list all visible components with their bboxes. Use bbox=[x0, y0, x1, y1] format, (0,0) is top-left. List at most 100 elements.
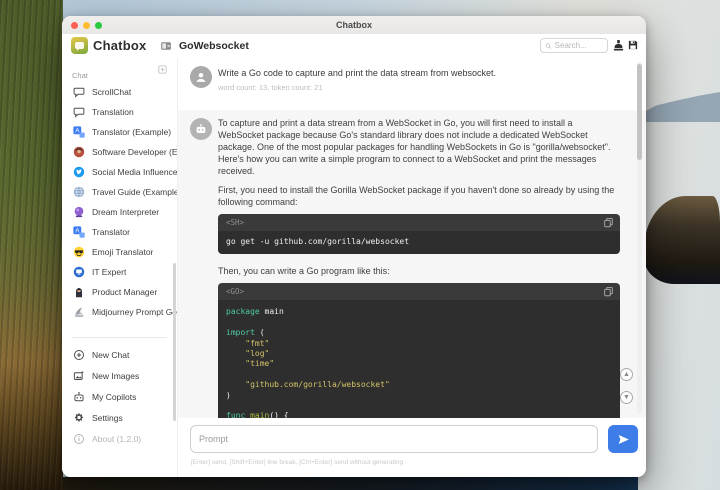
chat-bubble-icon bbox=[73, 106, 85, 118]
assistant-message: To capture and print a data stream from … bbox=[178, 110, 646, 418]
section-label: Chat bbox=[72, 71, 88, 80]
user-message: Write a Go code to capture and print the… bbox=[178, 58, 646, 110]
sidebar-item-label: Software Developer (E... bbox=[92, 147, 177, 157]
globe-icon bbox=[73, 186, 85, 198]
sidebar-item-product-manager[interactable]: Product Manager bbox=[62, 282, 177, 302]
wallpaper-bottom bbox=[63, 477, 638, 490]
chat-scrollbar-thumb[interactable] bbox=[637, 64, 642, 160]
sidebar-item-translator-example[interactable]: A Translator (Example) bbox=[62, 122, 177, 142]
sidebar-item-label: ScrollChat bbox=[92, 87, 132, 97]
crystal-ball-icon bbox=[73, 206, 85, 218]
window-title: Chatbox bbox=[336, 20, 372, 30]
arrow-down-icon: ▼ bbox=[623, 394, 630, 401]
sidebar-item-translation[interactable]: Translation bbox=[62, 102, 177, 122]
conversation-list: ScrollChat Translation A Translator (Exa… bbox=[62, 82, 177, 322]
app-name: Chatbox bbox=[93, 38, 147, 53]
sidebar-item-label: Product Manager bbox=[92, 287, 158, 297]
assistant-paragraph: First, you need to install the Gorilla W… bbox=[218, 185, 615, 207]
code-language-label: <GO> bbox=[226, 287, 245, 297]
sunglasses-emoji-icon bbox=[73, 246, 85, 258]
wallpaper-ocean bbox=[638, 104, 720, 490]
plus-circle-icon bbox=[73, 349, 85, 361]
save-icon[interactable] bbox=[627, 39, 639, 51]
user-message-text: Write a Go code to capture and print the… bbox=[218, 68, 496, 78]
gear-icon bbox=[73, 412, 85, 424]
sidebar-item-software-developer[interactable]: Software Developer (E... bbox=[62, 142, 177, 162]
wallpaper-cliff-trees bbox=[0, 0, 63, 490]
conversation-title: GoWebsocket bbox=[179, 40, 249, 52]
sidebar: Chat ScrollChat Translation A Translator… bbox=[62, 58, 178, 477]
scroll-to-bottom-button[interactable]: ▼ bbox=[620, 391, 633, 404]
code-block-shell: <SH> go get -u github.com/gorilla/websoc… bbox=[218, 214, 620, 255]
code-language-label: <SH> bbox=[226, 218, 245, 227]
sidebar-item-emoji-translator[interactable]: Emoji Translator bbox=[62, 242, 177, 262]
assistant-message-content: To capture and print a data stream from … bbox=[218, 117, 620, 418]
code-block-header: <GO> bbox=[218, 283, 620, 301]
chatbox-logo-icon bbox=[71, 37, 88, 54]
sidebar-item-travel-guide[interactable]: Travel Guide (Example) bbox=[62, 182, 177, 202]
copy-code-icon[interactable] bbox=[603, 286, 614, 297]
sidebar-item-label: Emoji Translator bbox=[92, 247, 154, 257]
copy-code-icon[interactable] bbox=[603, 217, 614, 228]
footer-item-label: New Chat bbox=[92, 349, 130, 360]
composer-hint: [Enter] send, [Shift+Enter] line break, … bbox=[191, 459, 404, 466]
sidebar-item-it-expert[interactable]: IT Expert bbox=[62, 262, 177, 282]
code-block-body: package main import ( "fmt" "log" "time"… bbox=[218, 300, 620, 418]
developer-emoji-icon bbox=[73, 146, 85, 158]
new-conversation-icon[interactable] bbox=[158, 65, 167, 74]
search-box[interactable] bbox=[540, 38, 608, 53]
sidebar-scrollbar-thumb[interactable] bbox=[173, 263, 176, 421]
user-message-meta: word count: 13, token count: 21 bbox=[218, 83, 323, 92]
send-button[interactable] bbox=[608, 425, 638, 453]
code-block-header: <SH> bbox=[218, 214, 620, 231]
search-icon bbox=[545, 42, 552, 49]
app-header: Chatbox GoWebsocket bbox=[62, 34, 646, 58]
sidebar-item-social-media-influencer[interactable]: Social Media Influencer... bbox=[62, 162, 177, 182]
person-icon bbox=[196, 72, 206, 82]
info-icon bbox=[73, 433, 85, 445]
footer-item-label: New Images bbox=[92, 370, 140, 381]
sailboat-icon bbox=[73, 306, 85, 318]
new-chat-button[interactable]: New Chat bbox=[62, 344, 177, 365]
sidebar-footer: New Chat New Images My Copilots Settings… bbox=[62, 344, 177, 449]
computer-icon bbox=[73, 266, 85, 278]
scroll-to-top-button[interactable]: ▲ bbox=[620, 368, 633, 381]
settings-button[interactable]: Settings bbox=[62, 407, 177, 428]
sidebar-item-label: Translation bbox=[92, 107, 134, 117]
assistant-paragraph: To capture and print a data stream from … bbox=[218, 118, 611, 176]
translator-icon: A bbox=[73, 126, 85, 138]
footer-item-label: My Copilots bbox=[92, 391, 137, 402]
new-images-button[interactable]: New Images bbox=[62, 365, 177, 386]
footer-item-label: Settings bbox=[92, 412, 123, 423]
sidebar-item-scrollchat[interactable]: ScrollChat bbox=[62, 82, 177, 102]
sidebar-item-translator[interactable]: A Translator bbox=[62, 222, 177, 242]
assistant-avatar bbox=[190, 118, 212, 140]
composer: [Enter] send, [Shift+Enter] line break, … bbox=[178, 418, 646, 477]
send-icon bbox=[618, 434, 629, 444]
search-input[interactable] bbox=[551, 41, 603, 50]
sidebar-item-midjourney-prompt[interactable]: Midjourney Prompt Ge... bbox=[62, 302, 177, 322]
prompt-box bbox=[190, 425, 598, 453]
sidebar-section-header: Chat bbox=[72, 65, 169, 80]
translator-icon: A bbox=[73, 226, 85, 238]
chat-area: Write a Go code to capture and print the… bbox=[178, 58, 646, 477]
about-button[interactable]: About (1.2.0) bbox=[62, 428, 177, 449]
arrow-up-icon: ▲ bbox=[623, 371, 630, 378]
clean-messages-icon[interactable] bbox=[612, 39, 625, 52]
sidebar-item-label: IT Expert bbox=[92, 267, 127, 277]
robot-icon bbox=[73, 391, 85, 403]
prompt-input[interactable] bbox=[191, 426, 597, 452]
assistant-paragraph: Then, you can write a Go program like th… bbox=[218, 266, 390, 277]
sidebar-item-dream-interpreter[interactable]: Dream Interpreter bbox=[62, 202, 177, 222]
image-sparkle-icon bbox=[73, 370, 85, 382]
user-avatar bbox=[190, 66, 212, 88]
code-block-body: go get -u github.com/gorilla/websocket bbox=[218, 231, 620, 255]
manager-emoji-icon bbox=[73, 286, 85, 298]
footer-item-label: About (1.2.0) bbox=[92, 433, 142, 444]
chatbox-window: Chatbox Chatbox GoWebsocket Chat bbox=[62, 16, 646, 477]
sidebar-item-label: Social Media Influencer... bbox=[92, 167, 177, 177]
my-copilots-button[interactable]: My Copilots bbox=[62, 386, 177, 407]
sidebar-toggle-icon[interactable] bbox=[160, 40, 172, 52]
sidebar-item-label: Translator bbox=[92, 227, 130, 237]
robot-icon bbox=[196, 124, 206, 134]
